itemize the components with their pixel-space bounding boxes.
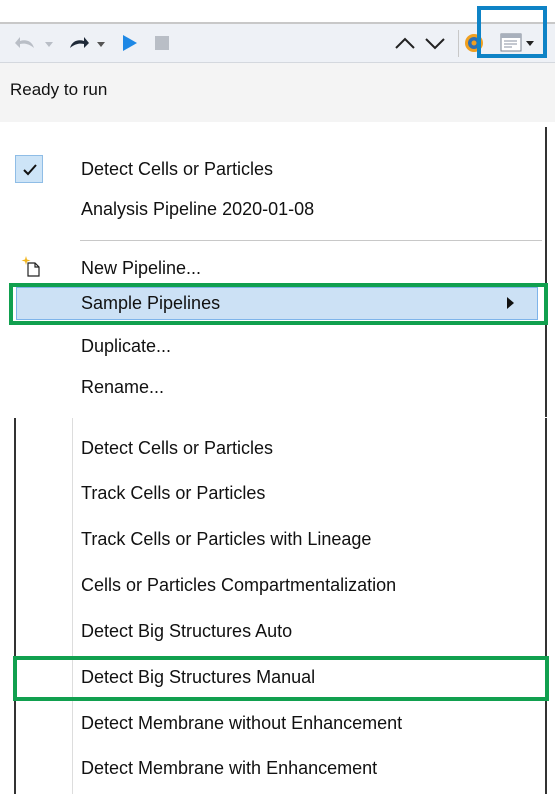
undo-arrow-icon[interactable] (14, 34, 38, 52)
checked-indicator (15, 155, 43, 183)
menu-border (545, 127, 547, 417)
redo-dropdown-icon[interactable] (96, 40, 106, 48)
submenu-gutter (72, 418, 73, 794)
big-structures-manual-callout (13, 656, 549, 701)
menu-divider (80, 240, 542, 241)
submenu-item-track-cells[interactable]: Track Cells or Particles (81, 483, 265, 504)
toolbar-panel: Ready to run (0, 0, 555, 122)
status-text: Ready to run (10, 80, 108, 99)
redo-arrow-icon[interactable] (66, 34, 90, 52)
submenu-border-right (545, 418, 547, 794)
submenu-item-big-structures-auto[interactable]: Detect Big Structures Auto (81, 621, 292, 642)
menu-item-detect-cells[interactable]: Detect Cells or Particles (81, 159, 273, 180)
new-document-icon (21, 256, 40, 277)
menu-item-rename[interactable]: Rename... (81, 377, 164, 398)
menu-item-duplicate[interactable]: Duplicate... (81, 336, 171, 357)
submenu-item-detect-cells[interactable]: Detect Cells or Particles (81, 438, 273, 459)
chevron-down-icon[interactable] (424, 35, 446, 51)
run-play-icon[interactable] (121, 33, 139, 53)
chevron-up-icon[interactable] (394, 35, 416, 51)
checkmark-icon (23, 164, 37, 176)
undo-dropdown-icon[interactable] (44, 40, 54, 48)
submenu-border-left (14, 418, 16, 794)
submenu-item-track-cells-lineage[interactable]: Track Cells or Particles with Lineage (81, 529, 371, 550)
submenu-item-compartmentalization[interactable]: Cells or Particles Compartmentalization (81, 575, 396, 596)
toolbar-separator (458, 30, 459, 57)
submenu-item-membrane-without-enhancement[interactable]: Detect Membrane without Enhancement (81, 713, 402, 734)
sample-pipelines-submenu: Detect Cells or Particles Track Cells or… (0, 418, 555, 794)
submenu-item-membrane-with-enhancement[interactable]: Detect Membrane with Enhancement (81, 758, 377, 779)
pipeline-menu: Detect Cells or Particles Analysis Pipel… (0, 127, 555, 417)
sample-pipelines-callout (9, 283, 548, 325)
pipeline-dropdown-callout (477, 6, 547, 58)
menu-item-analysis-pipeline[interactable]: Analysis Pipeline 2020-01-08 (81, 199, 314, 220)
menu-item-new-pipeline[interactable]: New Pipeline... (81, 258, 201, 279)
stop-icon[interactable] (154, 35, 170, 51)
